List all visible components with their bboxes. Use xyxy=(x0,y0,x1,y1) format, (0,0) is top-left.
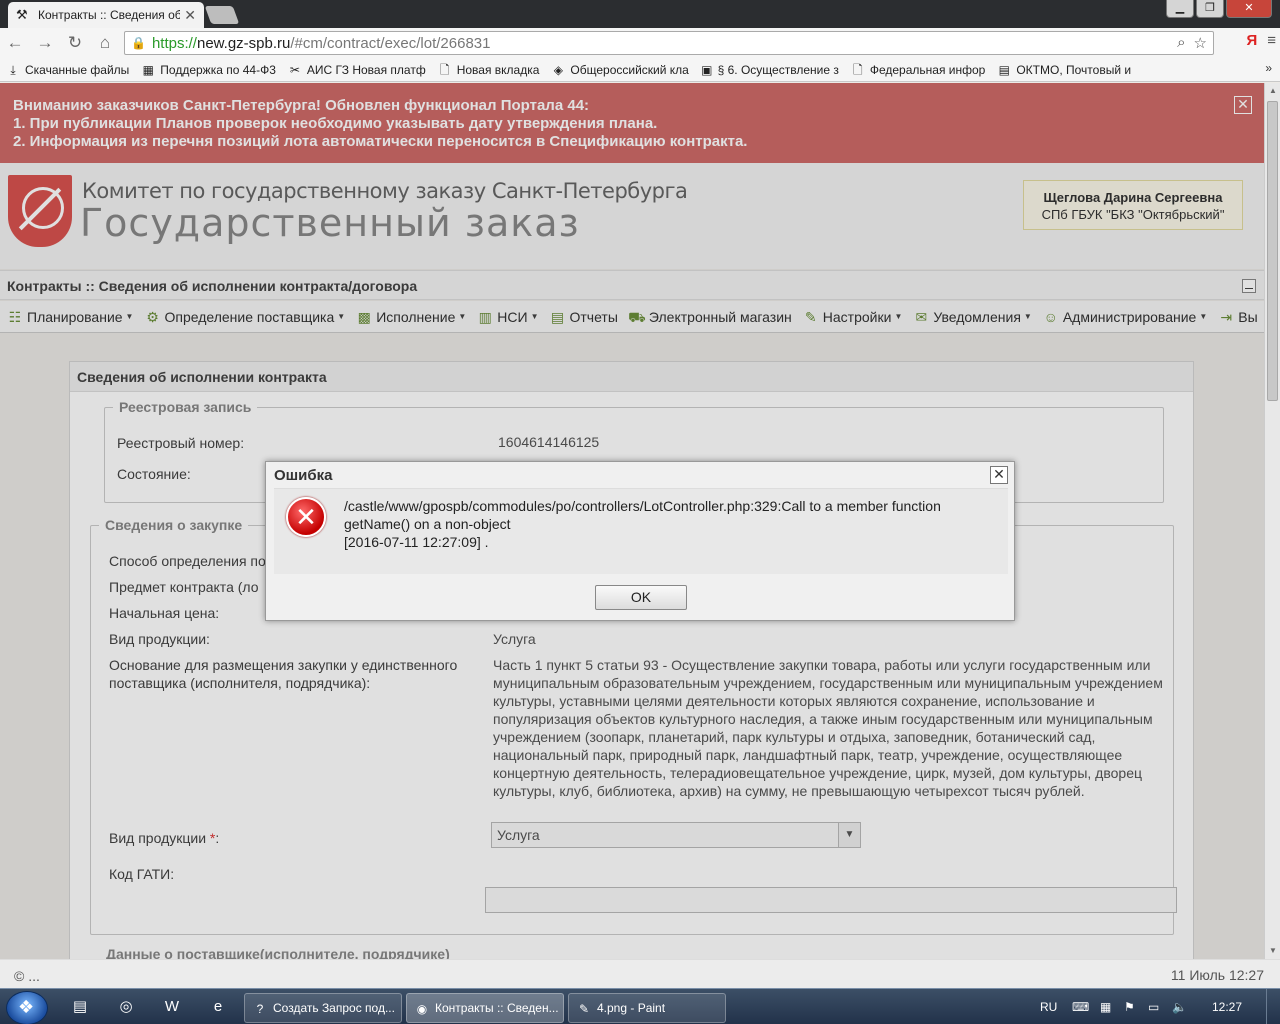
task-chrome[interactable]: ◉ Контракты :: Сведен... xyxy=(406,993,564,1023)
task-label: 4.png - Paint xyxy=(597,1001,666,1015)
tab-close-icon[interactable]: ✕ xyxy=(184,7,196,24)
favicon-zakupki: ◈ xyxy=(553,62,564,77)
scroll-down-icon[interactable]: ▼ xyxy=(1265,943,1280,959)
dialog-close-button[interactable]: ✕ xyxy=(990,466,1008,484)
system-tray: RU ⌨ ▦ ⚑ ▭ 🔈 12:27 xyxy=(1030,989,1280,1024)
ok-button[interactable]: OK xyxy=(595,585,687,610)
bookmark-item[interactable]: 🗋 Новая вкладка xyxy=(432,59,546,81)
browser-toolbar: ← → ↻ ⌂ 🔒 https:// new.gz-spb.ru /#cm/co… xyxy=(0,28,1280,58)
url-scheme: https:// xyxy=(151,34,197,52)
maximize-button[interactable]: ❐ xyxy=(1196,0,1224,18)
chrome-icon: ◉ xyxy=(416,1002,428,1016)
error-message-line-1: /castle/www/gpospb/commodules/po/control… xyxy=(344,498,941,514)
bookmarks-overflow-button[interactable]: » xyxy=(1265,61,1272,75)
word-icon[interactable]: W xyxy=(162,997,182,1017)
tab-title: Контракты :: Сведения об xyxy=(38,8,181,22)
unknown-app-icon[interactable]: ◎ xyxy=(116,997,136,1017)
bookmark-label: Скачанные файлы xyxy=(25,62,130,77)
tray-icon[interactable]: ▦ xyxy=(1100,1000,1111,1014)
error-icon: ✕ xyxy=(286,497,326,537)
error-message-line-2: getName() on a non-object xyxy=(344,516,511,532)
explorer-icon[interactable]: ▤ xyxy=(70,997,90,1017)
favicon-oktmo: ▤ xyxy=(998,62,1011,77)
bookmark-label: Поддержка по 44-Ф3 xyxy=(160,62,276,77)
clock[interactable]: 12:27 xyxy=(1212,1000,1242,1014)
zoom-icon[interactable]: ⌕ xyxy=(1177,34,1185,52)
favicon-consultant: ▣ xyxy=(701,62,713,77)
bookmark-label: § 6. Осуществление з xyxy=(717,62,839,77)
windows-taskbar: ▤ ◎ W e ? Создать Запрос под... ◉ Контракты… xyxy=(0,988,1280,1024)
browser-tabstrip: ⚒ Контракты :: Сведения об ✕ ▁ ❐ ✕ xyxy=(0,0,1280,28)
reload-icon[interactable]: ↻ xyxy=(60,33,90,53)
bookmark-label: АИС ГЗ Новая платф xyxy=(306,62,426,77)
start-button[interactable] xyxy=(6,991,48,1024)
copyright-text: © ... xyxy=(14,968,40,984)
bookmark-star-icon[interactable]: ☆ xyxy=(1194,34,1207,52)
back-icon[interactable]: ← xyxy=(0,33,30,53)
menu-icon[interactable]: ≡ xyxy=(1267,32,1276,49)
paint-icon: ✎ xyxy=(578,1002,590,1016)
bookmarks-bar: ⤓ Скачанные файлы ▦ Поддержка по 44-Ф3 ✂ АИС … xyxy=(0,58,1280,82)
page-scrollbar[interactable]: ▲ ▼ xyxy=(1264,83,1280,959)
task-label: Создать Запрос под... xyxy=(273,1001,395,1015)
url-path: /#cm/contract/exec/lot/266831 xyxy=(290,34,491,52)
bookmark-item[interactable]: ◈ Общероссийский кла xyxy=(545,59,694,81)
page-icon: 🗋 xyxy=(439,62,450,77)
error-message: /castle/www/gpospb/commodules/po/control… xyxy=(344,497,999,551)
address-bar[interactable]: 🔒 https:// new.gz-spb.ru /#cm/contract/e… xyxy=(124,31,1214,55)
download-icon: ⤓ xyxy=(10,62,16,77)
favicon-44: ▦ xyxy=(142,62,154,77)
bookmark-label: ОКТМО, Почтовый и xyxy=(1016,62,1132,77)
flag-icon[interactable]: ⚑ xyxy=(1124,1000,1135,1014)
dialog-body: ✕ /castle/www/gpospb/commodules/po/contr… xyxy=(274,488,1008,574)
bookmark-label: Федеральная инфор xyxy=(869,62,986,77)
scroll-up-icon[interactable]: ▲ xyxy=(1265,83,1280,99)
forward-icon[interactable]: → xyxy=(30,33,60,53)
task-label: Контракты :: Сведен... xyxy=(435,1001,559,1015)
lock-icon: 🔒 xyxy=(131,36,146,50)
keyboard-icon[interactable]: ⌨ xyxy=(1072,1000,1089,1014)
window-close-button[interactable]: ✕ xyxy=(1226,0,1272,18)
bookmark-item[interactable]: ▣ § 6. Осуществление з xyxy=(695,59,845,81)
new-tab-button[interactable] xyxy=(204,6,240,24)
minimize-button[interactable]: ▁ xyxy=(1166,0,1194,18)
help-icon: ? xyxy=(256,1002,264,1016)
page-icon: 🗋 xyxy=(853,62,863,77)
bookmark-item[interactable]: 🗋 Федеральная инфор xyxy=(845,59,992,81)
home-icon[interactable]: ⌂ xyxy=(90,33,120,53)
volume-icon[interactable]: 🔈 xyxy=(1172,1000,1187,1014)
hammer-favicon-icon: ⚒ xyxy=(16,7,28,22)
bookmark-item[interactable]: ✂ АИС ГЗ Новая платф xyxy=(282,59,432,81)
scrollbar-thumb[interactable] xyxy=(1267,101,1278,401)
yandex-extension-icon[interactable]: Я xyxy=(1246,32,1257,49)
task-ie-request[interactable]: ? Создать Запрос под... xyxy=(244,993,402,1023)
bookmark-label: Общероссийский кла xyxy=(570,62,689,77)
status-bar: © ... 11 Июль 12:27 xyxy=(0,959,1280,988)
window-controls: ▁ ❐ ✕ xyxy=(1166,0,1272,18)
task-paint[interactable]: ✎ 4.png - Paint xyxy=(568,993,726,1023)
url-host: new.gz-spb.ru xyxy=(196,34,291,52)
dialog-title: Ошибка xyxy=(274,467,333,484)
language-indicator[interactable]: RU xyxy=(1040,1000,1057,1014)
favicon-ais: ✂ xyxy=(289,62,300,77)
bookmark-item[interactable]: ▤ ОКТМО, Почтовый и xyxy=(991,59,1137,81)
error-dialog: Ошибка ✕ ✕ /castle/www/gpospb/commodules… xyxy=(265,461,1015,621)
show-desktop-button[interactable] xyxy=(1266,989,1280,1024)
error-message-line-3: [2016-07-11 12:27:09] . xyxy=(344,534,489,550)
bookmark-item[interactable]: ▦ Поддержка по 44-Ф3 xyxy=(135,59,282,81)
bookmark-item[interactable]: ⤓ Скачанные файлы xyxy=(0,59,135,81)
browser-tab-active[interactable]: ⚒ Контракты :: Сведения об ✕ xyxy=(8,2,204,28)
status-datetime: 11 Июль 12:27 xyxy=(1170,967,1264,983)
bookmark-label: Новая вкладка xyxy=(456,62,540,77)
ie-icon[interactable]: e xyxy=(208,997,228,1017)
network-icon[interactable]: ▭ xyxy=(1148,1000,1159,1014)
